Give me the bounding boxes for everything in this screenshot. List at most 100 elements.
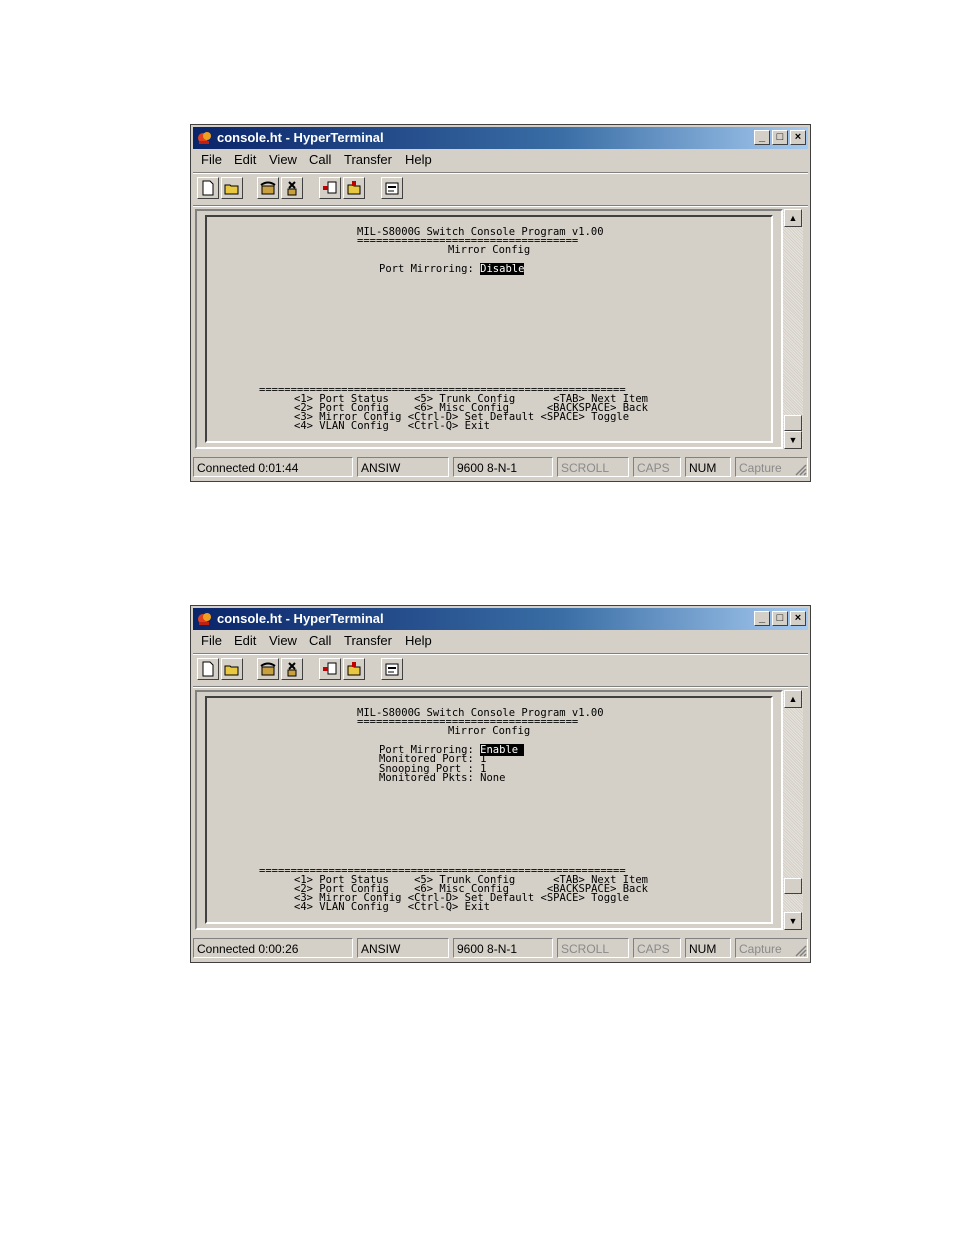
title-bar[interactable]: console.ht - HyperTerminal _ □ × bbox=[193, 608, 808, 630]
properties-button[interactable] bbox=[381, 177, 403, 199]
receive-file-icon bbox=[347, 181, 361, 195]
arrow-up-icon: ▲ bbox=[788, 213, 798, 223]
disconnect-button[interactable] bbox=[281, 177, 303, 199]
hang-up-icon bbox=[287, 662, 297, 677]
properties-icon bbox=[385, 182, 399, 195]
phone-icon bbox=[260, 662, 276, 676]
hyperterminal-app-icon bbox=[198, 613, 211, 625]
send-file-icon bbox=[323, 662, 337, 675]
menu-call[interactable]: Call bbox=[309, 152, 331, 167]
maximize-icon: □ bbox=[776, 131, 784, 143]
minimize-button[interactable]: _ bbox=[754, 130, 770, 145]
close-icon: × bbox=[794, 612, 802, 624]
terminal-frame: MIL-S8000G Switch Console Program v1.00 … bbox=[195, 690, 783, 930]
close-button[interactable]: × bbox=[790, 130, 806, 145]
minimize-button[interactable]: _ bbox=[754, 611, 770, 626]
status-num: NUM bbox=[685, 938, 731, 958]
terminal-frame: MIL-S8000G Switch Console Program v1.00 … bbox=[195, 209, 783, 449]
config-field-value[interactable]: Disable bbox=[480, 263, 525, 275]
new-button[interactable] bbox=[197, 658, 219, 680]
scroll-up-button[interactable]: ▲ bbox=[784, 690, 802, 708]
hyperterminal-window-1: console.ht - HyperTerminal _ □ × File Ed… bbox=[190, 124, 811, 482]
new-button[interactable] bbox=[197, 177, 219, 199]
menu-transfer[interactable]: Transfer bbox=[344, 633, 392, 648]
config-field-value[interactable]: Enable bbox=[480, 744, 525, 756]
window-title: console.ht - HyperTerminal bbox=[217, 611, 384, 626]
menu-call[interactable]: Call bbox=[309, 633, 331, 648]
send-button[interactable] bbox=[319, 177, 341, 199]
status-emulation: ANSIW bbox=[357, 457, 449, 477]
resize-grip-icon[interactable] bbox=[793, 943, 807, 957]
menu-transfer[interactable]: Transfer bbox=[344, 152, 392, 167]
config-field-label: Monitored Pkts: bbox=[379, 772, 481, 785]
title-bar[interactable]: console.ht - HyperTerminal _ □ × bbox=[193, 127, 808, 149]
status-port-settings: 9600 8-N-1 bbox=[453, 938, 553, 958]
scroll-down-button[interactable]: ▼ bbox=[784, 912, 802, 930]
receive-button[interactable] bbox=[343, 177, 365, 199]
disconnect-button[interactable] bbox=[281, 658, 303, 680]
vertical-scrollbar[interactable]: ▲ ▼ bbox=[783, 690, 803, 930]
menu-view[interactable]: View bbox=[269, 633, 297, 648]
status-bar: Connected 0:00:26 ANSIW 9600 8-N-1 SCROL… bbox=[193, 938, 808, 958]
menu-edit[interactable]: Edit bbox=[234, 152, 256, 167]
open-button[interactable] bbox=[221, 177, 243, 199]
hang-up-icon bbox=[287, 181, 297, 196]
open-folder-icon bbox=[224, 184, 239, 195]
menu-separator bbox=[193, 172, 808, 174]
menu-help[interactable]: Help bbox=[405, 152, 432, 167]
terminal-screen[interactable]: MIL-S8000G Switch Console Program v1.00 … bbox=[205, 696, 773, 924]
receive-button[interactable] bbox=[343, 658, 365, 680]
scroll-down-button[interactable]: ▼ bbox=[784, 431, 802, 449]
maximize-button[interactable]: □ bbox=[772, 130, 788, 145]
status-scroll: SCROLL bbox=[557, 457, 629, 477]
screen-subtitle: Mirror Config bbox=[448, 244, 531, 256]
window-title: console.ht - HyperTerminal bbox=[217, 130, 384, 145]
open-button[interactable] bbox=[221, 658, 243, 680]
close-button[interactable]: × bbox=[790, 611, 806, 626]
scroll-thumb[interactable] bbox=[784, 415, 802, 431]
hyperterminal-app-icon bbox=[198, 132, 211, 144]
resize-grip-icon[interactable] bbox=[793, 462, 807, 476]
config-field-label: Port Mirroring: bbox=[379, 263, 481, 275]
status-connected: Connected 0:01:44 bbox=[193, 457, 353, 477]
screen-subtitle: Mirror Config bbox=[448, 725, 531, 737]
status-connected: Connected 0:00:26 bbox=[193, 938, 353, 958]
minimize-icon: _ bbox=[758, 131, 766, 143]
connect-button[interactable] bbox=[257, 177, 279, 199]
config-field-row: Monitored Pkts: None bbox=[379, 772, 505, 785]
phone-icon bbox=[260, 181, 276, 195]
toolbar-separator bbox=[193, 205, 808, 207]
config-field-row: Port Mirroring: Disable bbox=[379, 263, 525, 275]
new-document-icon bbox=[202, 661, 214, 677]
maximize-button[interactable]: □ bbox=[772, 611, 788, 626]
hyperterminal-window-2: console.ht - HyperTerminal _ □ × File Ed… bbox=[190, 605, 811, 963]
menu-view[interactable]: View bbox=[269, 152, 297, 167]
properties-button[interactable] bbox=[381, 658, 403, 680]
status-bar: Connected 0:01:44 ANSIW 9600 8-N-1 SCROL… bbox=[193, 457, 808, 477]
menu-file[interactable]: File bbox=[201, 152, 222, 167]
menu-file[interactable]: File bbox=[201, 633, 222, 648]
arrow-down-icon: ▼ bbox=[788, 916, 798, 926]
scroll-thumb[interactable] bbox=[784, 878, 802, 894]
status-caps: CAPS bbox=[633, 457, 681, 477]
properties-icon bbox=[385, 663, 399, 676]
send-button[interactable] bbox=[319, 658, 341, 680]
config-field-value[interactable]: None bbox=[480, 772, 505, 784]
vertical-scrollbar[interactable]: ▲ ▼ bbox=[783, 209, 803, 449]
connect-button[interactable] bbox=[257, 658, 279, 680]
receive-file-icon bbox=[347, 662, 361, 676]
terminal-screen[interactable]: MIL-S8000G Switch Console Program v1.00 … bbox=[205, 215, 773, 443]
toolbar bbox=[195, 175, 806, 203]
scroll-up-button[interactable]: ▲ bbox=[784, 209, 802, 227]
status-emulation: ANSIW bbox=[357, 938, 449, 958]
menu-help[interactable]: Help bbox=[405, 633, 432, 648]
menu-edit[interactable]: Edit bbox=[234, 633, 256, 648]
arrow-up-icon: ▲ bbox=[788, 694, 798, 704]
send-file-icon bbox=[323, 181, 337, 194]
status-num: NUM bbox=[685, 457, 731, 477]
footer-line-4: <4> VLAN Config <Ctrl-Q> Exit bbox=[294, 420, 490, 432]
toolbar bbox=[195, 656, 806, 684]
open-folder-icon bbox=[224, 665, 239, 676]
maximize-icon: □ bbox=[776, 612, 784, 624]
status-port-settings: 9600 8-N-1 bbox=[453, 457, 553, 477]
